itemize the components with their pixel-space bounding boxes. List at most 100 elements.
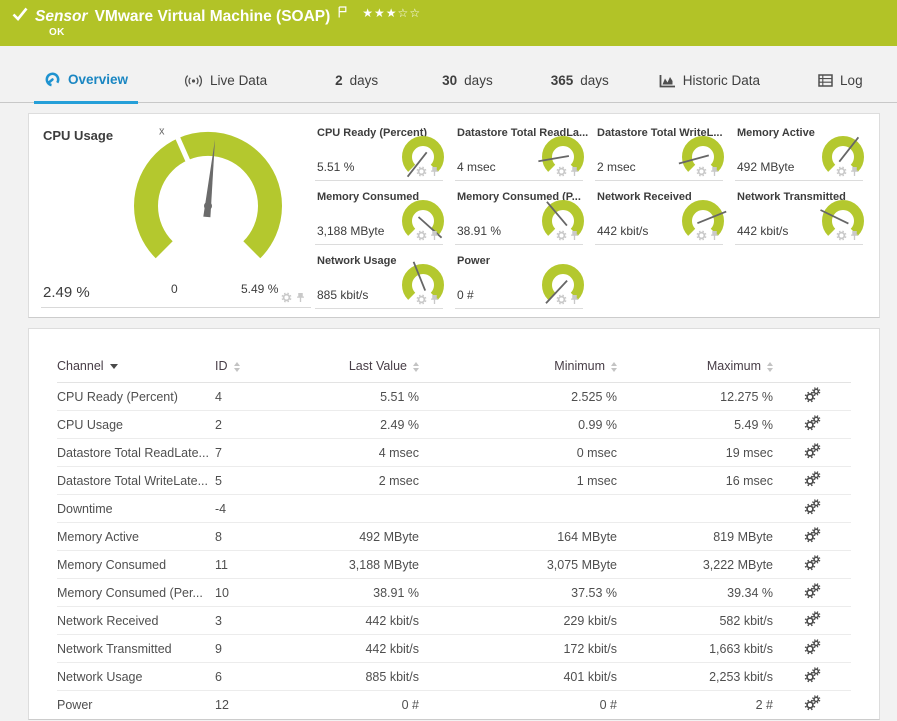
cell-last-value: 885 kbit/s [305, 662, 419, 691]
cell-channel[interactable]: Memory Active [57, 522, 215, 551]
gear-icon[interactable] [556, 166, 567, 177]
channel-settings-button[interactable] [804, 555, 821, 574]
memory-active-gauge [817, 132, 869, 185]
cell-channel[interactable]: CPU Usage [57, 410, 215, 439]
tab-live-data[interactable]: Live Data [174, 73, 277, 104]
pin-icon[interactable] [850, 166, 859, 177]
channel-settings-button[interactable] [804, 695, 821, 714]
channel-settings-button[interactable] [804, 499, 821, 518]
tab-historic-data[interactable]: Historic Data [649, 73, 770, 104]
gear-icon[interactable] [836, 166, 847, 177]
cell-channel[interactable]: Memory Consumed [57, 550, 215, 579]
cell-minimum: 1 msec [419, 466, 617, 495]
gear-icon[interactable] [696, 166, 707, 177]
cell-maximum: 582 kbit/s [617, 606, 773, 635]
gear-icon[interactable] [556, 294, 567, 305]
tab-label: Live Data [210, 73, 268, 88]
cell-maximum [617, 494, 773, 523]
gear-icon[interactable] [416, 230, 427, 241]
pin-icon[interactable] [710, 230, 719, 241]
pin-icon[interactable] [430, 166, 439, 177]
channel-settings-button[interactable] [804, 415, 821, 434]
gear-icon[interactable] [836, 230, 847, 241]
gauge-tile-power[interactable]: Power 0 # [453, 248, 593, 312]
gear-icon[interactable] [696, 230, 707, 241]
cell-channel[interactable]: Downtime [57, 494, 215, 523]
table-row-datastore-total-readlate: Datastore Total ReadLate... 7 4 msec 0 msec… [57, 438, 851, 467]
gauge-tile-cpu-usage[interactable]: CPU Usage x̄ 2.49 % 0 5.49 % [35, 120, 313, 311]
pin-icon[interactable] [430, 230, 439, 241]
pin-icon[interactable] [850, 230, 859, 241]
table-row-memory-active: Memory Active 8 492 MByte 164 MByte 819 MByt… [57, 522, 851, 551]
cell-channel[interactable]: Power [57, 690, 215, 718]
gauge-current-value: 442 kbit/s [597, 224, 649, 238]
gauge-tile-memory-active[interactable]: Memory Active 492 MByte [733, 120, 873, 184]
gauge-tile-datastore-total-readla[interactable]: Datastore Total ReadLa... 4 msec [453, 120, 593, 184]
sort-icon [233, 361, 240, 372]
live-data-tab-icon [184, 74, 203, 88]
gauge-tile-network-received[interactable]: Network Received 442 kbit/s [593, 184, 733, 248]
gear-icon[interactable] [556, 230, 567, 241]
gauge-tile-datastore-total-writel[interactable]: Datastore Total WriteL... 2 msec [593, 120, 733, 184]
gear-icon[interactable] [416, 166, 427, 177]
table-row-memory-consumed-per: Memory Consumed (Per... 10 38.91 % 37.53 % 3… [57, 578, 851, 607]
gauge-tile-memory-consumed[interactable]: Memory Consumed 3,188 MByte [313, 184, 453, 248]
cell-id: 10 [215, 578, 305, 607]
cell-channel[interactable]: Network Transmitted [57, 634, 215, 663]
cell-minimum: 0.99 % [419, 410, 617, 439]
cell-last-value: 4 msec [305, 438, 419, 467]
tab-overview[interactable]: Overview [34, 71, 139, 104]
pin-icon[interactable] [430, 294, 439, 305]
priority-stars[interactable]: ★★★☆☆ [362, 6, 421, 20]
gear-icon[interactable] [281, 292, 292, 303]
cell-channel[interactable]: Datastore Total WriteLate... [57, 466, 215, 495]
gear-icon[interactable] [416, 294, 427, 305]
gauges-panel: CPU Usage x̄ 2.49 % 0 5.49 % CPU Ready (… [28, 113, 880, 318]
power-gauge [537, 260, 589, 313]
column-header-maximum[interactable]: Maximum [617, 359, 773, 383]
overview-tab-icon [44, 71, 61, 88]
gauge-tile-memory-consumed-p[interactable]: Memory Consumed (P... 38.91 % [453, 184, 593, 248]
divider [595, 244, 723, 245]
gauge-tile-network-usage[interactable]: Network Usage 885 kbit/s [313, 248, 453, 312]
channel-settings-button[interactable] [804, 387, 821, 406]
tab-log[interactable]: Log [808, 73, 873, 104]
cell-channel[interactable]: Datastore Total ReadLate... [57, 438, 215, 467]
channel-settings-button[interactable] [804, 471, 821, 490]
column-header-channel[interactable]: Channel [57, 359, 215, 383]
gauge-tile-cpu-ready-percent[interactable]: CPU Ready (Percent) 5.51 % [313, 120, 453, 184]
channel-settings-button[interactable] [804, 583, 821, 602]
flag-icon[interactable] [338, 5, 347, 18]
pin-icon[interactable] [296, 292, 305, 303]
tab-number: 365 [550, 73, 574, 88]
cpu-usage-gauge: x̄ [133, 126, 283, 283]
cell-minimum: 2.525 % [571, 389, 617, 404]
channel-settings-button[interactable] [804, 527, 821, 546]
tab-30-days[interactable]: 30 days [432, 73, 503, 104]
gauge-tile-network-transmitted[interactable]: Network Transmitted 442 kbit/s [733, 184, 873, 248]
pin-icon[interactable] [710, 166, 719, 177]
column-header-last-value[interactable]: Last Value [305, 359, 419, 383]
channel-settings-button[interactable] [804, 667, 821, 686]
divider [315, 244, 443, 245]
column-label: Last Value [348, 359, 407, 373]
cell-channel[interactable]: Network Received [57, 606, 215, 635]
cell-maximum: 2,253 kbit/s [617, 662, 773, 691]
tab-365-days[interactable]: 365 days [541, 73, 619, 104]
column-header-id[interactable]: ID [215, 359, 305, 383]
cell-maximum: 3,222 MByte [617, 550, 773, 579]
cell-channel[interactable]: Network Usage [57, 662, 215, 691]
cell-channel[interactable]: CPU Ready (Percent) [57, 383, 215, 411]
channels-table-panel: Channel ID Last Value Minimum Maximum CPU Re… [28, 328, 880, 720]
pin-icon[interactable] [570, 166, 579, 177]
channel-settings-button[interactable] [804, 639, 821, 658]
pin-icon[interactable] [570, 294, 579, 305]
channel-settings-button[interactable] [804, 611, 821, 630]
sort-desc-icon [109, 364, 118, 370]
column-header-minimum[interactable]: Minimum [419, 359, 617, 383]
pin-icon[interactable] [570, 230, 579, 241]
channel-settings-button[interactable] [804, 443, 821, 462]
cell-minimum: 37.53 % [419, 578, 617, 607]
cell-channel[interactable]: Memory Consumed (Per... [57, 578, 215, 607]
tab-2-days[interactable]: 2 days [325, 73, 388, 104]
